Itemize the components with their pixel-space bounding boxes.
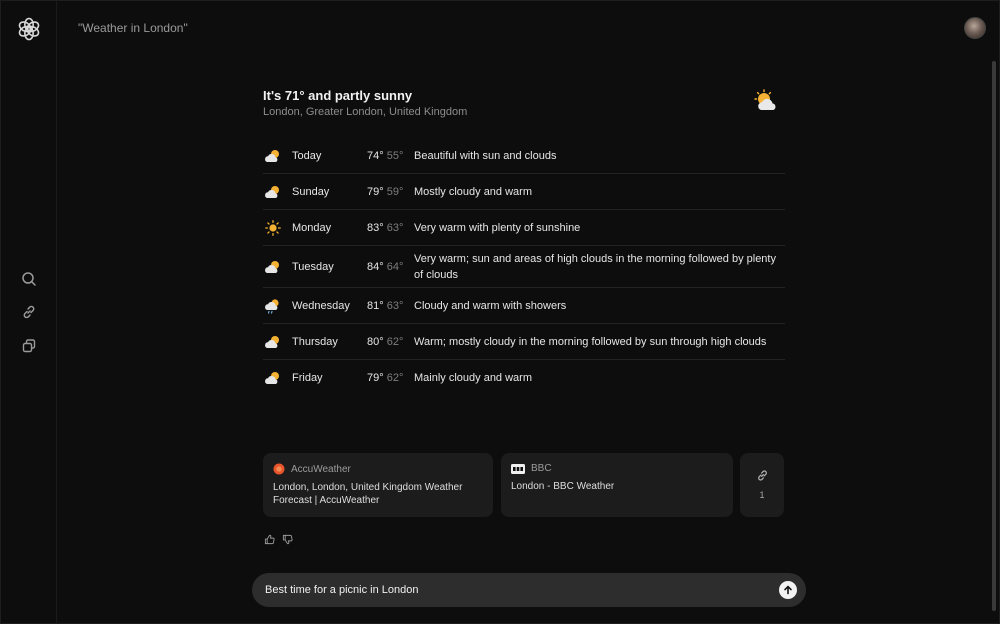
temp-low: 63°: [386, 221, 404, 234]
source-site: BBC: [531, 463, 552, 474]
forecast-row: Wednesday 81° 63° Cloudy and warm with s…: [263, 288, 785, 324]
source-card-bbc[interactable]: BBC London - BBC Weather: [501, 453, 733, 517]
forecast-description: Very warm; sun and areas of high clouds …: [414, 252, 776, 281]
sun-icon: [265, 219, 281, 236]
bbc-logo-icon: [511, 463, 525, 474]
temp-low: 59°: [386, 185, 404, 198]
partly-cloudy-icon: [265, 372, 279, 384]
temp-low: 55°: [386, 149, 404, 162]
forecast-day: Today: [292, 149, 322, 162]
weather-location: London, Greater London, United Kingdom: [263, 106, 468, 118]
temp-low: 63°: [386, 299, 404, 312]
partly-cloudy-icon: [265, 149, 279, 162]
link-icon: [758, 470, 767, 481]
temp-high: 80°: [367, 335, 384, 348]
forecast-temps: 80° 62°: [367, 336, 403, 348]
forecast-day: Sunday: [292, 185, 330, 198]
feedback-buttons: [263, 533, 293, 545]
source-title: London, London, United Kingdom Weather F…: [273, 482, 463, 506]
source-header: AccuWeather: [273, 463, 483, 475]
partly-cloudy-icon: [265, 260, 279, 273]
forecast-day: Monday: [292, 221, 332, 234]
thumbs-down-icon: [282, 534, 293, 544]
source-header: BBC: [511, 463, 723, 474]
temp-low: 64°: [386, 260, 404, 273]
link-icon: [23, 305, 35, 319]
links-button[interactable]: [19, 302, 39, 322]
forecast-temps: 79° 59°: [367, 186, 403, 198]
forecast-day: Tuesday: [292, 260, 334, 273]
temp-high: 79°: [367, 185, 384, 198]
forecast-description: Cloudy and warm with showers: [414, 299, 567, 312]
rain-cloud-icon: [265, 298, 279, 314]
forecast-description: Warm; mostly cloudy in the morning follo…: [414, 335, 767, 348]
forecast-day: Thursday: [292, 335, 338, 348]
weather-headline: It's 71° and partly sunny: [263, 88, 413, 103]
thumbs-up-icon: [264, 534, 275, 544]
forecast-description: Very warm with plenty of sunshine: [414, 221, 581, 234]
copy-icon: [22, 339, 36, 353]
forecast-temps: 83° 63°: [367, 222, 403, 234]
app-window: "Weather in London" It's 71° and partly …: [0, 0, 1000, 624]
user-avatar[interactable]: [964, 17, 986, 39]
forecast-row: Friday 79° 62° Mainly cloudy and warm: [263, 360, 785, 396]
forecast-temps: 79° 62°: [367, 372, 403, 384]
temp-high: 84°: [367, 260, 384, 273]
message-input[interactable]: [265, 573, 765, 607]
partly-cloudy-icon: [265, 335, 279, 348]
forecast-row: Thursday 80° 62° Warm; mostly cloudy in …: [263, 324, 785, 360]
send-button[interactable]: [779, 581, 797, 599]
temp-high: 79°: [367, 372, 384, 384]
scrollbar[interactable]: [992, 61, 996, 611]
thumbs-up-button[interactable]: [263, 533, 275, 545]
arrow-up-icon: [784, 585, 792, 595]
forecast-row: Monday 83° 63° Very warm with plenty of …: [263, 210, 785, 246]
forecast-row: Sunday 79° 59° Mostly cloudy and warm: [263, 174, 785, 210]
forecast-row: Today 74° 55° Beautiful with sun and clo…: [263, 138, 785, 174]
copy-button[interactable]: [19, 336, 39, 356]
forecast-temps: 74° 55°: [367, 150, 403, 162]
search-button[interactable]: [19, 269, 39, 289]
more-sources-count: 1: [759, 490, 765, 500]
search-icon: [22, 272, 36, 286]
more-sources-button[interactable]: 1: [740, 453, 784, 517]
temp-low: 62°: [386, 372, 404, 384]
accuweather-logo-icon: [273, 463, 285, 475]
conversation-title: "Weather in London": [78, 21, 188, 35]
message-composer: [252, 573, 806, 607]
partly-sunny-icon: [754, 89, 776, 110]
source-card-accuweather[interactable]: AccuWeather London, London, United Kingd…: [263, 453, 493, 517]
temp-low: 62°: [386, 335, 404, 348]
forecast-description: Mainly cloudy and warm: [414, 372, 532, 384]
openai-logo-icon[interactable]: [16, 16, 42, 42]
temp-high: 74°: [367, 149, 384, 162]
source-title: London - BBC Weather: [511, 481, 615, 492]
forecast-row: Tuesday 84° 64° Very warm; sun and areas…: [263, 246, 785, 288]
temp-high: 81°: [367, 299, 384, 312]
forecast-description: Mostly cloudy and warm: [414, 185, 532, 198]
forecast-temps: 81° 63°: [367, 300, 403, 312]
forecast-temps: 84° 64°: [367, 261, 403, 273]
forecast-description: Beautiful with sun and clouds: [414, 149, 557, 162]
source-site: AccuWeather: [291, 463, 351, 475]
thumbs-down-button[interactable]: [281, 533, 293, 545]
temp-high: 83°: [367, 221, 384, 234]
forecast-day: Wednesday: [292, 299, 350, 312]
left-rail: [1, 1, 57, 624]
forecast-list: Today 74° 55° Beautiful with sun and clo…: [263, 138, 785, 396]
forecast-day: Friday: [292, 372, 323, 384]
partly-cloudy-icon: [265, 185, 279, 198]
